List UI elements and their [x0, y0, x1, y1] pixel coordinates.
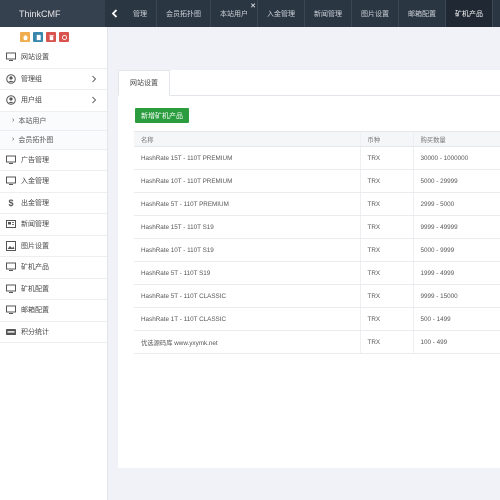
cell-name: HashRate 5T - 110T S19 [134, 261, 361, 285]
sidebar-item-image-settings[interactable]: 图片设置 [0, 236, 107, 257]
sidebar-item-miner-config[interactable]: 矿机配置 [0, 279, 107, 300]
miner-products-table: 名称 币种 购买数量 HashRate 15T - 110T PREMIUM T… [134, 131, 500, 354]
cell-currency: TRX [360, 307, 414, 331]
sidebar-item-deposit-management[interactable]: 入金管理 [0, 171, 107, 193]
cell-currency: TRX [360, 169, 414, 193]
cell-quantity: 1999 - 4999 [413, 261, 500, 285]
cell-currency: TRX [360, 192, 414, 216]
table-row[interactable]: HashRate 5T - 110T PREMIUM TRX 2999 - 50… [134, 192, 500, 216]
monitor-icon [6, 284, 16, 294]
cell-quantity: 5000 - 29999 [413, 169, 500, 193]
tab-site-settings[interactable]: 网站设置 [118, 70, 170, 96]
chevron-left-icon [111, 9, 118, 18]
tab-site-users[interactable]: 本站用户 ✕ [211, 0, 258, 27]
close-icon[interactable]: ✕ [250, 3, 256, 10]
user-circle-icon [6, 95, 16, 106]
submenu-item-site-users[interactable]: › 本站用户 [0, 111, 107, 131]
cell-name: 优选源码库 www.yxymk.net [134, 330, 361, 354]
picture-icon [6, 240, 16, 251]
trash-icon [48, 34, 54, 40]
quick-actions [0, 27, 107, 47]
table-row[interactable]: 优选源码库 www.yxymk.net TRX 100 - 499 [134, 330, 500, 354]
cell-currency: TRX [360, 146, 414, 170]
table-row[interactable]: HashRate 15T - 110T S19 TRX 9999 - 49999 [134, 215, 500, 239]
tab-miner-products[interactable]: 矿机产品 [446, 0, 493, 27]
monitor-icon [6, 305, 16, 315]
table-row[interactable]: HashRate 15T - 110T PREMIUM TRX 30000 - … [134, 146, 500, 170]
cell-currency: TRX [360, 238, 414, 262]
sidebar-item-site-settings[interactable]: 网站设置 [0, 47, 107, 69]
table-row[interactable]: HashRate 5T - 110T CLASSIC TRX 9999 - 15… [134, 284, 500, 308]
cell-quantity: 9999 - 15000 [413, 284, 500, 308]
cell-name: HashRate 1T - 110T CLASSIC [134, 307, 361, 331]
cell-name: HashRate 10T - 110T S19 [134, 238, 361, 262]
cell-currency: TRX [360, 330, 414, 354]
refresh-icon [61, 34, 67, 40]
monitor-icon [6, 155, 16, 165]
sidebar-item-ad-management[interactable]: 广告管理 [0, 150, 107, 171]
add-miner-product-button[interactable]: 新增矿机产品 [135, 108, 189, 123]
cell-quantity: 5000 - 9999 [413, 238, 500, 262]
column-header-purchase-quantity[interactable]: 购买数量 [413, 131, 500, 147]
refresh-button[interactable] [59, 32, 69, 42]
monitor-icon [6, 52, 16, 62]
top-navbar: ThinkCMF 管理 会员拓扑图 本站用户 ✕ 入金管理 新闻管理 图片设置 邮… [0, 0, 500, 27]
chevron-right-icon [92, 75, 97, 82]
cell-quantity: 2999 - 5000 [413, 192, 500, 216]
tab-deposit-management[interactable]: 入金管理 [258, 0, 305, 27]
sidebar-item-news-management[interactable]: 新闻管理 [0, 214, 107, 236]
cell-currency: TRX [360, 284, 414, 308]
dollar-icon: $ [8, 197, 14, 208]
table-row[interactable]: HashRate 10T - 110T S19 TRX 5000 - 9999 [134, 238, 500, 262]
sidebar-item-admin-group[interactable]: 管理组 [0, 69, 107, 90]
tab-mail-config[interactable]: 邮箱配置 [399, 0, 446, 27]
cell-quantity: 30000 - 1000000 [413, 146, 500, 170]
sidebar-item-miner-products[interactable]: 矿机产品 [0, 257, 107, 279]
cell-name: HashRate 15T - 110T PREMIUM [134, 146, 361, 170]
user-group-submenu: › 本站用户 › 会员拓扑图 [0, 111, 107, 150]
trash-button[interactable] [46, 32, 56, 42]
sidebar-item-points-stats[interactable]: 积分统计 [0, 322, 107, 343]
monitor-icon [6, 262, 16, 272]
table-row[interactable]: HashRate 10T - 110T PREMIUM TRX 5000 - 2… [134, 169, 500, 193]
home-icon [22, 34, 28, 40]
page-tabs: 管理 会员拓扑图 本站用户 ✕ 入金管理 新闻管理 图片设置 邮箱配置 矿机产品 [124, 0, 500, 27]
panel-tabs: 网站设置 [118, 70, 500, 96]
chevron-right-icon [92, 96, 97, 104]
tab-image-settings[interactable]: 图片设置 [352, 0, 399, 27]
column-header-name[interactable]: 名称 [134, 131, 361, 147]
cell-quantity: 500 - 1499 [413, 307, 500, 331]
cell-name: HashRate 5T - 110T PREMIUM [134, 192, 361, 216]
table-row[interactable]: HashRate 5T - 110T S19 TRX 1999 - 4999 [134, 261, 500, 285]
tabs-scroll-left-button[interactable] [105, 0, 124, 27]
table-row[interactable]: HashRate 1T - 110T CLASSIC TRX 500 - 149… [134, 307, 500, 331]
table-header-row: 名称 币种 购买数量 [134, 131, 500, 147]
sidebar-item-user-group[interactable]: 用户组 [0, 90, 107, 112]
cell-name: HashRate 10T - 110T PREMIUM [134, 169, 361, 193]
cell-quantity: 100 - 499 [413, 330, 500, 354]
home-button[interactable] [20, 32, 30, 42]
visa-icon [6, 327, 16, 337]
cell-name: HashRate 15T - 110T S19 [134, 215, 361, 239]
cell-currency: TRX [360, 261, 414, 285]
sidebar-item-mail-config[interactable]: 邮箱配置 [0, 300, 107, 322]
cell-quantity: 9999 - 49999 [413, 215, 500, 239]
column-header-currency[interactable]: 币种 [360, 131, 414, 147]
newspaper-icon [6, 219, 16, 229]
cell-currency: TRX [360, 215, 414, 239]
monitor-icon [6, 176, 16, 186]
document-icon [36, 34, 41, 40]
tab-member-topology[interactable]: 会员拓扑图 [157, 0, 211, 27]
document-button[interactable] [33, 32, 43, 42]
user-circle-icon [6, 73, 16, 84]
submenu-item-member-topology[interactable]: › 会员拓扑图 [0, 130, 107, 150]
sidebar-item-withdraw-management[interactable]: $ 出金管理 [0, 193, 107, 214]
sidebar: 网站设置 管理组 用户组 › 本站用户 › 会员拓扑图 广告管理 入金管理 $ 出金… [0, 27, 108, 500]
cell-name: HashRate 5T - 110T CLASSIC [134, 284, 361, 308]
tab-admin[interactable]: 管理 [124, 0, 157, 27]
brand-logo[interactable]: ThinkCMF [0, 0, 105, 27]
tab-news-management[interactable]: 新闻管理 [305, 0, 352, 27]
